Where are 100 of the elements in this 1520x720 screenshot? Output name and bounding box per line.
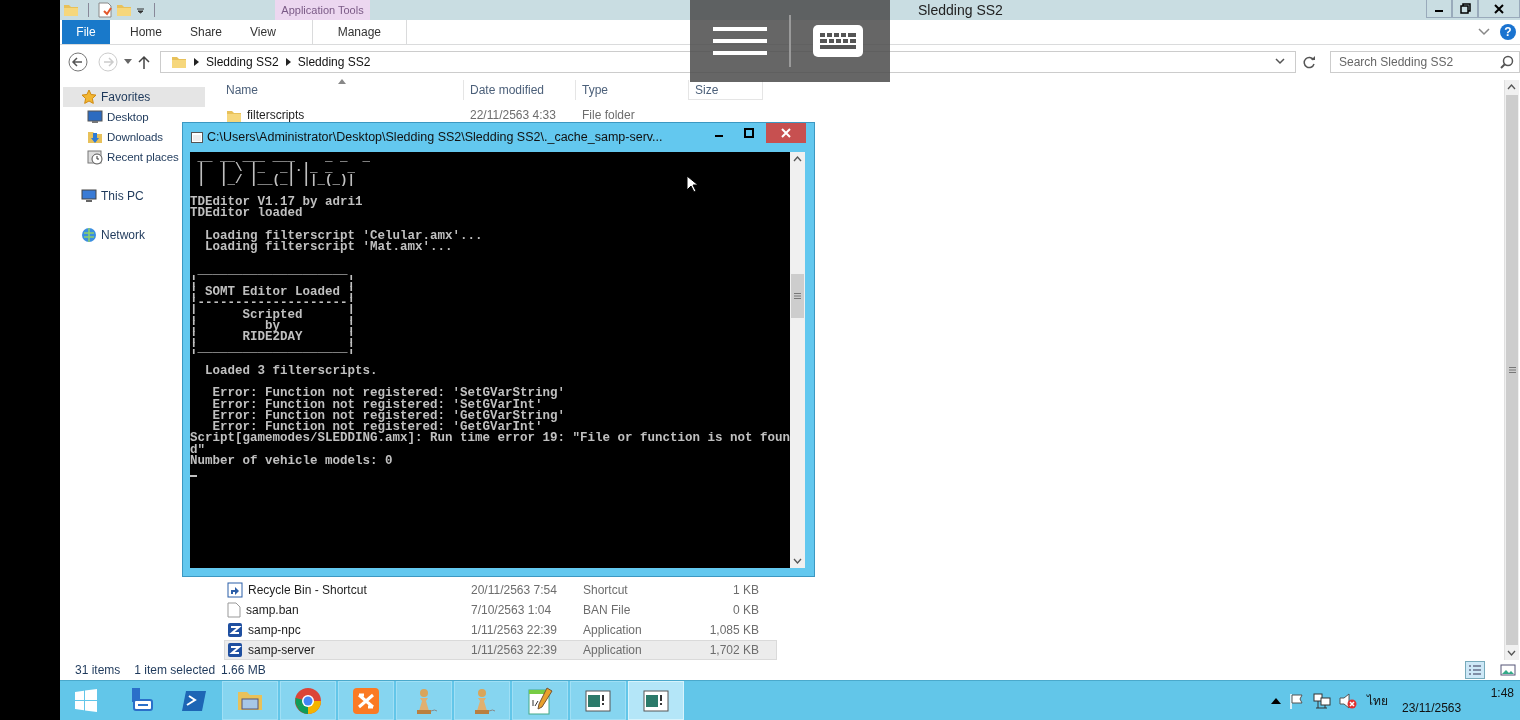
restore-button[interactable] [1452,0,1478,18]
clock-date[interactable]: 23/11/2563 [1402,700,1514,716]
taskbar-button[interactable] [280,681,336,720]
help-button[interactable]: ? [1500,24,1516,40]
tiles-view-icon[interactable] [1499,662,1517,678]
file-row[interactable]: filterscripts 22/11/2563 4:33 File folder [224,108,777,122]
clock-time[interactable]: 1:48 [1490,685,1514,701]
ribbon-tab[interactable]: Share [176,20,237,44]
scroll-thumb[interactable] [791,274,804,318]
file-menu-button[interactable]: File [62,20,110,44]
file-row[interactable]: Recycle Bin - Shortcut 20/11/2563 7:54 Shortcut 1 KB [224,580,777,600]
console-line: | |_/ |__(_| ||_(_)| [196,174,356,186]
file-row[interactable]: samp-server 1/11/2563 22:39 Application 1,702 KB [224,640,777,660]
file-type: BAN File [582,602,632,619]
selection-size: 1.66 MB [221,663,266,677]
knot-icon [351,685,381,716]
chrome-icon [293,685,323,716]
chevron-down-icon[interactable] [1275,58,1285,65]
search-icon[interactable] [1500,54,1514,69]
scrollbar[interactable] [1504,80,1519,660]
notepad-icon [525,685,555,716]
breadcrumb[interactable]: Sledding SS2 [206,54,279,69]
computer-icon [81,188,97,204]
muted-speaker-icon[interactable] [1339,692,1357,709]
search-field[interactable]: Search Sledding SS2 [1330,50,1520,73]
nav-item[interactable]: Network [63,225,147,245]
sort-arrow-icon [338,79,346,84]
console-line: Loading filterscript 'Mat.amx'... [204,242,453,254]
console-icon [191,132,203,143]
nav-item[interactable]: This PC [63,186,146,206]
scroll-thumb[interactable] [1506,95,1518,645]
console-line: Error: Function not registered: 'GetGVarString' [211,410,566,422]
ribbon-tab[interactable]: View [236,20,290,44]
breadcrumb-arrow-icon[interactable] [194,57,199,66]
caret-icon[interactable] [124,59,132,64]
nav-item[interactable]: Recent places [63,147,179,167]
up-arrow-icon[interactable] [1271,697,1281,704]
file-date: 1/11/2563 22:39 [470,622,558,639]
window-title: Sledding SS2 [918,2,1004,18]
file-icon [227,602,241,618]
console-line: Loaded 3 filterscripts. [204,365,378,377]
ribbon-tab[interactable]: Manage [311,20,407,44]
mouse-pointer-icon [686,175,697,193]
file-row[interactable]: samp.ban 7/10/2563 1:04 BAN File 0 KB [224,600,777,620]
keyboard-icon[interactable] [813,25,863,57]
folder-icon [226,108,242,124]
taskbar-button[interactable] [338,681,394,720]
taskbar-button[interactable] [570,681,626,720]
language-indicator[interactable]: ไทย [1367,691,1388,710]
console-line: d" [190,444,205,456]
back-icon[interactable] [68,51,88,72]
column-header[interactable]: Name [210,80,464,100]
file-name: samp-npc [248,623,301,637]
breadcrumb[interactable]: Sledding SS2 [297,54,371,69]
file-name: samp.ban [246,603,299,617]
taskbar-button[interactable] [512,681,568,720]
grip-icon [1508,367,1516,373]
minimize-icon [1435,10,1443,12]
file-type: Application [582,642,643,659]
menu-icon[interactable] [713,27,767,55]
nav-item[interactable]: Downloads [63,127,163,147]
breadcrumb-arrow-icon[interactable] [285,57,291,66]
selection-info: 1 item selected [134,663,216,677]
flag-icon[interactable] [1289,692,1305,709]
console-line: ¦ Scripted ¦ [190,309,356,321]
shortcut-icon [227,582,243,598]
details-view-icon[interactable] [1465,661,1485,679]
console-line: Number of vehicle models: 0 [190,455,393,467]
refresh-icon[interactable] [1302,54,1316,69]
file-row[interactable]: samp-npc 1/11/2563 22:39 Application 1,085 KB [224,620,777,640]
file-type: File folder [581,108,636,122]
text-cursor [190,475,197,477]
file-name: Recycle Bin - Shortcut [248,583,367,597]
close-icon [781,128,791,138]
close-button[interactable] [1478,0,1520,18]
recent-places-icon [87,149,103,165]
network-icon[interactable] [1313,692,1331,709]
contextual-tab-group: Application Tools [275,0,370,20]
up-arrow-icon[interactable] [138,54,150,69]
nav-item[interactable]: Favorites [63,87,205,107]
console-line: ¦--------------------¦ [190,298,356,310]
minimize-button[interactable] [1426,0,1452,18]
chevron-down-icon[interactable] [1478,28,1490,36]
scrollbar[interactable] [790,152,805,568]
file-name: samp-server [248,643,315,657]
nav-item[interactable]: Desktop [63,107,149,127]
file-type: Application [582,622,643,639]
downloads-icon [87,129,103,145]
caret-icon[interactable] [136,6,145,14]
column-header[interactable]: Date modified [464,80,576,100]
ribbon-tab[interactable]: Home [116,20,176,44]
column-header[interactable]: Type [576,80,689,100]
file-name: filterscripts [247,108,305,122]
file-date: 22/11/2563 4:33 [469,108,557,122]
item-count: 31 items [75,663,121,677]
file-size: 0 KB [732,602,760,619]
network-icon [81,227,97,243]
file-date: 20/11/2563 7:54 [470,582,558,599]
taskbar-button[interactable] [628,681,684,720]
star-icon [81,89,97,105]
